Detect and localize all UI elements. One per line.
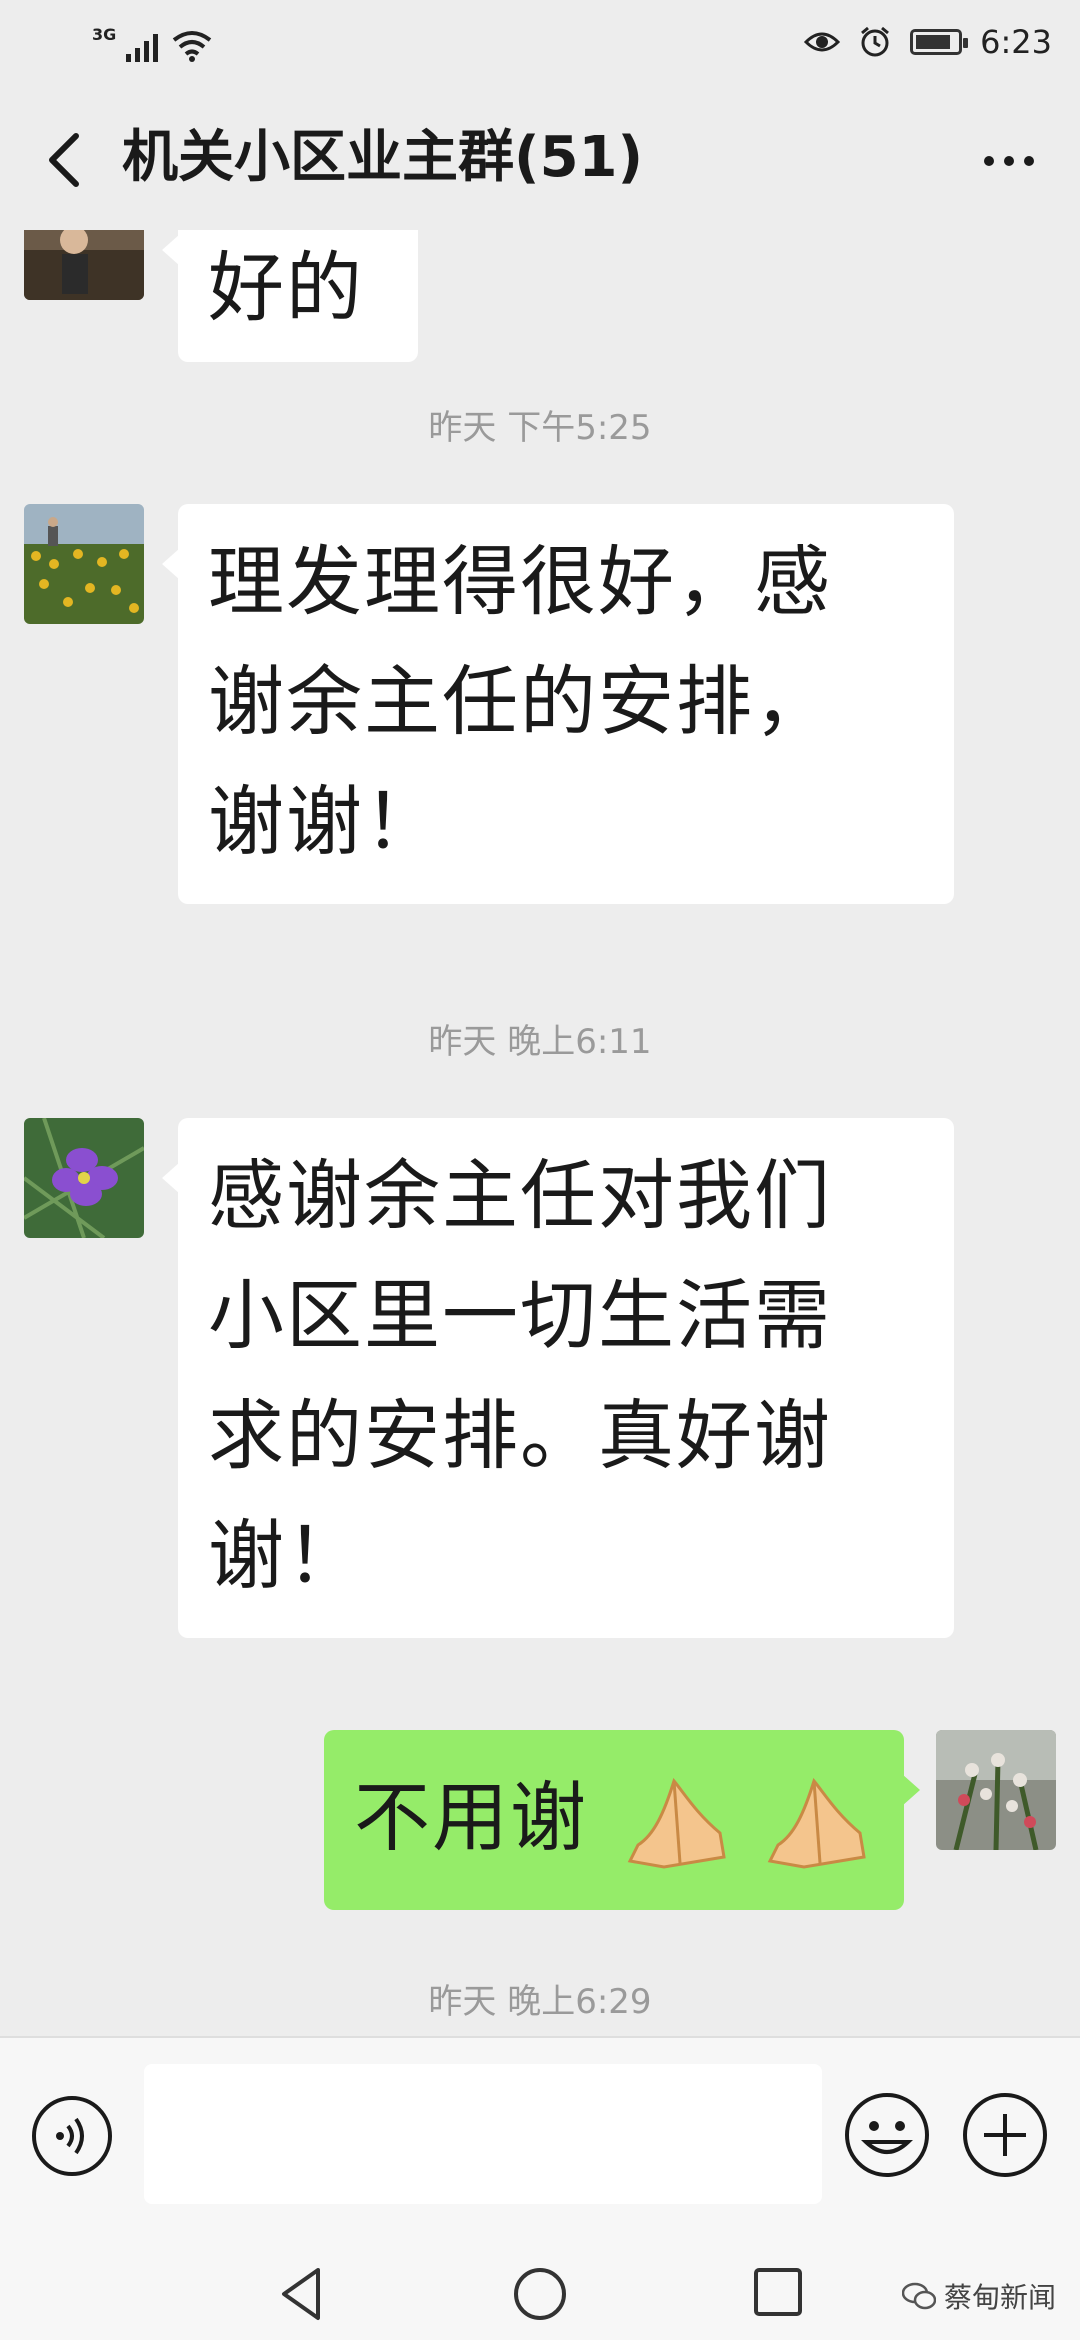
status-right: 6:23 <box>804 22 1052 62</box>
add-more-icon[interactable] <box>960 2090 1050 2180</box>
signal-icon <box>126 34 159 62</box>
input-bar <box>0 2036 1080 2256</box>
message-bubble[interactable]: 好的 <box>162 230 418 362</box>
timestamp: 昨天 晚上6:11 <box>428 1022 652 1062</box>
network-type: 3G <box>92 25 117 44</box>
message-line: 谢！ <box>208 1511 364 1600</box>
message-bubble[interactable]: 感谢余主任对我们 小区里一切生活需 求的安排。真好谢 谢！ <box>162 1118 954 1638</box>
folded-hands-icon <box>768 1777 867 1869</box>
chat-title: 机关小区业主群(51) <box>122 125 644 190</box>
nav-back-icon[interactable] <box>274 2264 328 2324</box>
emoji-icon[interactable] <box>842 2090 932 2180</box>
sunflower-field-avatar[interactable] <box>24 504 144 624</box>
status-bar: 3G 6:23 <box>0 0 1080 84</box>
my-message-bubble[interactable]: 不用谢 <box>324 1730 920 1910</box>
eye-comfort-icon <box>804 32 841 52</box>
battery-icon <box>910 29 969 55</box>
system-nav-bar: 蔡甸新闻 <box>0 2254 1080 2340</box>
alarm-icon <box>861 26 890 57</box>
status-left: 3G <box>92 22 212 62</box>
message-text: 不用谢 <box>354 1773 588 1862</box>
message-line: 谢谢！ <box>208 777 442 866</box>
folded-hands-icon <box>627 1777 726 1869</box>
purple-flower-avatar[interactable] <box>24 1118 144 1238</box>
message-input[interactable] <box>144 2064 822 2204</box>
nav-home-icon[interactable] <box>510 2264 570 2324</box>
message-line: 求的安排。真好谢 <box>208 1391 832 1480</box>
chat-header: 机关小区业主群(51) <box>0 84 1080 230</box>
back-arrow-icon[interactable] <box>36 124 92 196</box>
message-list[interactable]: 好的 昨天 下午5:25 理发理得很好，感 谢余主任的安排， 谢谢！ 昨天 晚上… <box>0 230 1080 2036</box>
message-line: 感谢余主任对我们 <box>208 1151 832 1240</box>
clock: 6:23 <box>980 23 1052 61</box>
timestamp: 昨天 晚上6:29 <box>428 1982 652 2022</box>
wifi-icon <box>173 31 212 62</box>
wechat-logo-icon <box>901 2282 936 2310</box>
watermark: 蔡甸新闻 <box>901 2276 1056 2316</box>
timestamp: 昨天 下午5:25 <box>428 408 652 448</box>
more-options-icon[interactable] <box>984 146 1044 176</box>
message-line: 理发理得很好，感 <box>208 537 832 626</box>
message-bubble[interactable]: 理发理得很好，感 谢余主任的安排， 谢谢！ <box>162 504 954 904</box>
message-text: 好的 <box>208 243 364 332</box>
person-photo-avatar[interactable] <box>24 230 144 300</box>
garden-flowers-avatar[interactable] <box>936 1730 1056 1850</box>
message-line: 谢余主任的安排， <box>208 657 832 746</box>
voice-input-icon[interactable] <box>30 2094 114 2178</box>
nav-recent-apps-icon[interactable] <box>752 2266 804 2318</box>
message-line: 小区里一切生活需 <box>208 1271 832 1360</box>
watermark-text: 蔡甸新闻 <box>943 2281 1056 2314</box>
